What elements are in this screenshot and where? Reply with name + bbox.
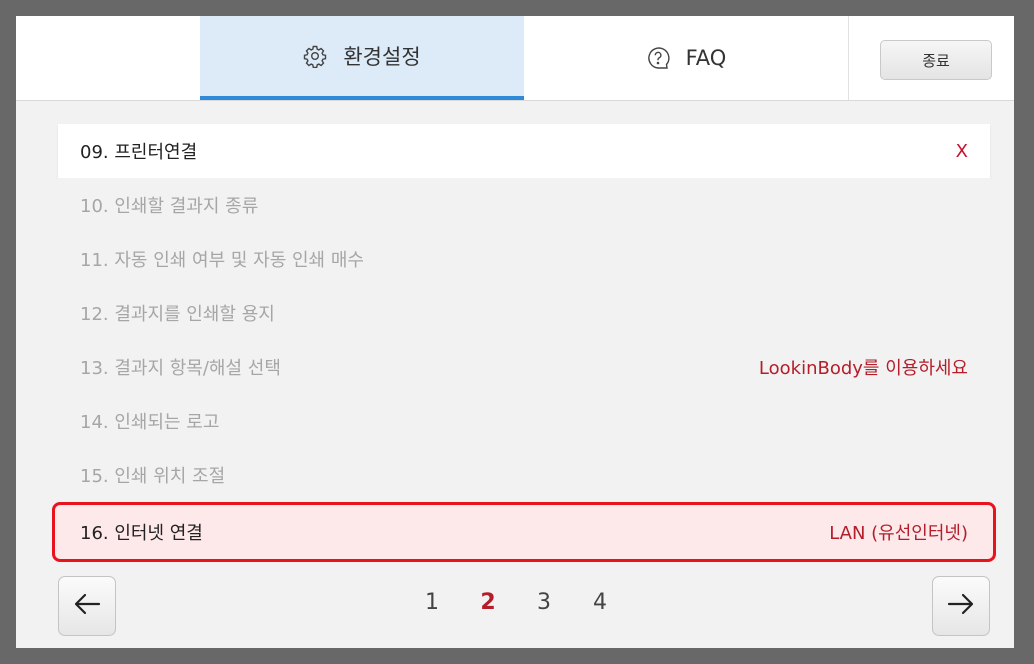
list-item-label: 12. 결과지를 인쇄할 용지 [80,304,275,325]
header-divider [848,16,849,100]
close-icon[interactable]: X [956,141,968,162]
tab-settings[interactable]: 환경설정 [200,16,524,100]
settings-screen: 환경설정 FAQ 종료 09. 프린터연결 X 10. 인쇄할 결과지 종류 1… [16,16,1014,648]
tab-faq-label: FAQ [685,46,727,70]
header-bar: 환경설정 FAQ 종료 [16,16,1014,101]
lookinbody-note: LookinBody를 이용하세요 [758,358,968,379]
page-number-3[interactable]: 3 [516,590,572,615]
next-page-button[interactable] [932,576,990,636]
list-item-auto-print[interactable]: 11. 자동 인쇄 여부 및 자동 인쇄 매수 [58,232,990,286]
internet-connection-value: LAN (유선인터넷) [829,523,968,544]
page-number-1[interactable]: 1 [404,590,460,615]
list-item-paper[interactable]: 12. 결과지를 인쇄할 용지 [58,286,990,340]
list-item-result-items[interactable]: 13. 결과지 항목/해설 선택 LookinBody를 이용하세요 [58,340,990,394]
list-item-label: 16. 인터넷 연결 [80,523,203,544]
list-item-label: 11. 자동 인쇄 여부 및 자동 인쇄 매수 [80,250,364,271]
page-number-2-current[interactable]: 2 [460,590,516,615]
list-item-label: 09. 프린터연결 [80,142,198,163]
list-item-label: 14. 인쇄되는 로고 [80,412,220,433]
arrow-left-icon [73,592,101,620]
list-item-internet-connection[interactable]: 16. 인터넷 연결 LAN (유선인터넷) [52,502,996,562]
list-item-label: 13. 결과지 항목/해설 선택 [80,358,281,379]
tab-settings-label: 환경설정 [343,45,421,69]
exit-button[interactable]: 종료 [880,40,992,80]
list-item-label: 10. 인쇄할 결과지 종류 [80,196,259,217]
list-item-printer-connection[interactable]: 09. 프린터연결 X [58,124,990,178]
gear-icon [303,44,327,69]
list-item-print-logo[interactable]: 14. 인쇄되는 로고 [58,394,990,448]
tab-faq[interactable]: FAQ [524,16,848,100]
list-item-print-position[interactable]: 15. 인쇄 위치 조절 [58,448,990,502]
prev-page-button[interactable] [58,576,116,636]
pagination: 1 2 3 4 [16,576,1014,636]
arrow-right-icon [947,592,975,620]
list-item-print-result-type[interactable]: 10. 인쇄할 결과지 종류 [58,178,990,232]
list-item-label: 15. 인쇄 위치 조절 [80,466,226,487]
settings-list: 09. 프린터연결 X 10. 인쇄할 결과지 종류 11. 자동 인쇄 여부 … [52,124,996,562]
question-icon [646,46,670,70]
page-number-4[interactable]: 4 [572,590,628,615]
page-numbers: 1 2 3 4 [404,590,628,615]
